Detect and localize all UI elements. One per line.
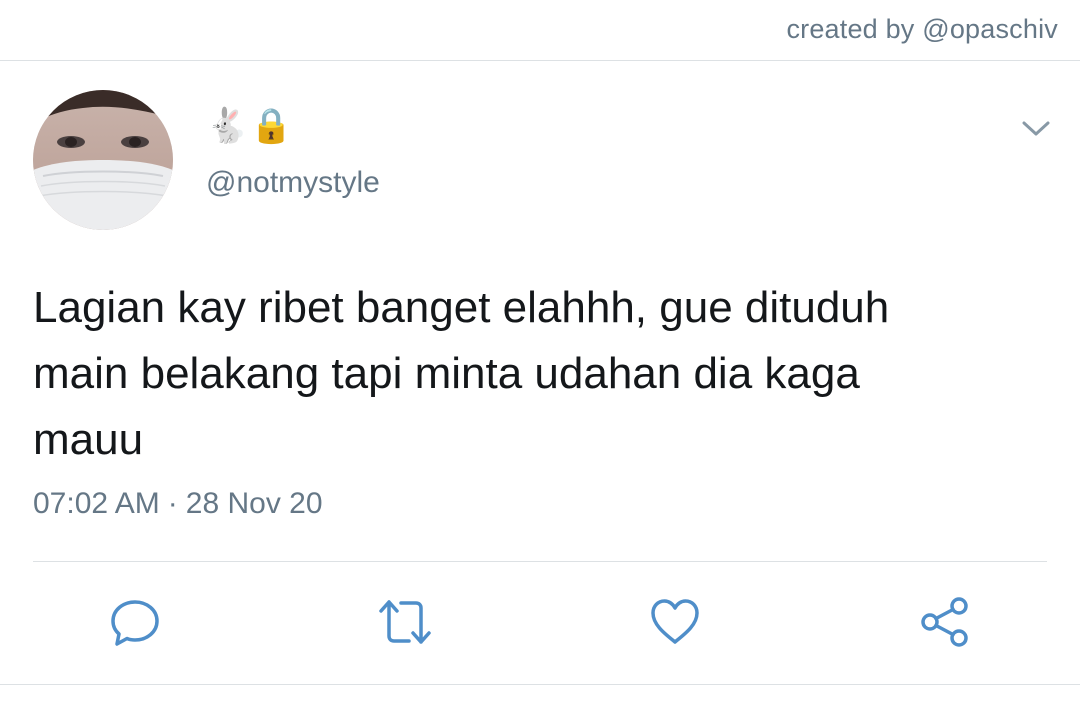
tweet-time: 07:02 AM — [33, 487, 160, 520]
tweet-date: 28 Nov 20 — [185, 487, 323, 520]
action-bar — [0, 592, 1080, 652]
reply-button[interactable] — [105, 592, 165, 652]
share-button[interactable] — [915, 592, 975, 652]
tweet-text: Lagian kay ribet banget elahhh, gue ditu… — [33, 283, 890, 464]
reply-icon — [111, 600, 159, 646]
top-divider — [0, 60, 1080, 61]
tweet-timestamp: 07:02 AM · 28 Nov 20 — [33, 487, 323, 521]
display-name[interactable]: 🐇 🔒 — [206, 106, 293, 146]
like-button[interactable] — [645, 592, 705, 652]
avatar[interactable] — [33, 90, 173, 230]
retweet-icon — [379, 600, 431, 644]
actions-divider — [33, 561, 1047, 562]
heart-icon — [651, 599, 699, 644]
chevron-down-icon[interactable] — [1020, 114, 1052, 142]
meta-separator: · — [167, 487, 178, 520]
creator-credit: created by @opaschiv — [786, 14, 1058, 44]
bottom-divider — [0, 684, 1080, 685]
retweet-button[interactable] — [375, 592, 435, 652]
user-handle[interactable]: @notmystyle — [206, 166, 380, 200]
rabbit-icon: 🐇 — [206, 107, 249, 145]
share-icon — [921, 597, 968, 647]
avatar-image — [33, 90, 173, 230]
lock-icon: 🔒 — [250, 107, 293, 145]
